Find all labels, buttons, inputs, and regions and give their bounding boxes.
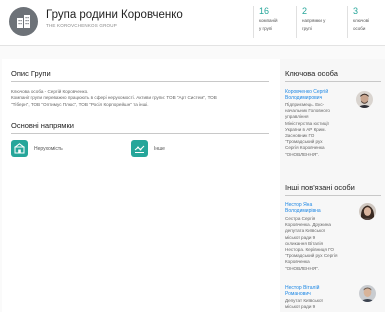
- related-person-desc-line: "ОНОВЛЕННЯ".: [285, 265, 320, 271]
- related-persons-divider: [285, 195, 381, 196]
- directions-title: Основні напрямки: [11, 121, 74, 130]
- related-person-name[interactable]: Нестор Віталій Романович: [285, 285, 357, 297]
- stat-companies-label-2: у групі: [259, 25, 273, 31]
- description-divider: [11, 81, 269, 82]
- real-estate-icon[interactable]: [11, 140, 28, 157]
- stat-directions-label-2: групі: [302, 25, 312, 31]
- stat-directions-label-1: напрямки у: [302, 18, 326, 23]
- stat-key-persons-label-2: особи: [353, 25, 366, 31]
- stat-key-persons-label-1: ключові: [353, 18, 370, 23]
- related-person-name[interactable]: Нестор Яна Володимирівна: [285, 202, 357, 214]
- other-icon[interactable]: [131, 140, 148, 157]
- direction-real-estate[interactable]: Нерухомість: [34, 146, 63, 152]
- description-text: Ключова особа - Сергій Коровченко. Компа…: [11, 89, 271, 108]
- related-person-name-line[interactable]: Володимирівна: [285, 208, 357, 214]
- stat-directions-count: 2: [302, 6, 308, 16]
- group-header: Група родини Коровченко THE KOROVCHENKOS…: [0, 0, 385, 46]
- page-subtitle: THE KOROVCHENKOS GROUP: [46, 23, 117, 28]
- group-logo: [9, 7, 38, 36]
- related-persons-title: Інші пов'язані особи: [285, 183, 355, 192]
- stat-key-persons-count: 3: [353, 6, 359, 16]
- key-person-name-line[interactable]: Володимирович: [285, 95, 357, 101]
- key-person-name[interactable]: Коровченко Сергій Володимирович: [285, 89, 357, 101]
- description-line: "Тіберн", ТОВ "Оптимус Плюс", ТОВ "Росіл…: [11, 101, 149, 107]
- key-person-avatar[interactable]: [356, 91, 373, 108]
- stat-companies: 16 компаній у групі: [253, 6, 278, 38]
- related-person-description: Депутат Київської міської ради 9: [285, 298, 357, 310]
- key-person-desc-line: "ОНОВЛЕННЯ".: [285, 151, 320, 157]
- related-person-avatar[interactable]: [359, 285, 376, 302]
- stat-companies-count: 16: [259, 6, 270, 16]
- building-icon: [17, 15, 30, 28]
- stat-key-persons: 3 ключові особи: [347, 6, 369, 38]
- directions-divider: [11, 133, 269, 134]
- direction-other[interactable]: Інше: [154, 146, 165, 152]
- page-title: Група родини Коровченко: [46, 9, 183, 21]
- related-person-desc-line: міської ради 9: [285, 304, 316, 310]
- stat-companies-label-1: компаній: [259, 18, 278, 23]
- related-person-avatar[interactable]: [359, 203, 376, 220]
- description-title: Опис Групи: [11, 69, 51, 78]
- related-person-description: Сестра Сергія Коровченка. Дружина депута…: [285, 216, 357, 272]
- related-person-name-line[interactable]: Романович: [285, 291, 357, 297]
- key-person-divider: [285, 81, 381, 82]
- stat-directions: 2 напрямки у групі: [296, 6, 325, 38]
- key-person-title: Ключова особа: [285, 69, 338, 78]
- key-person-description: Підприємець. Екс- начальник Головного уп…: [285, 102, 357, 158]
